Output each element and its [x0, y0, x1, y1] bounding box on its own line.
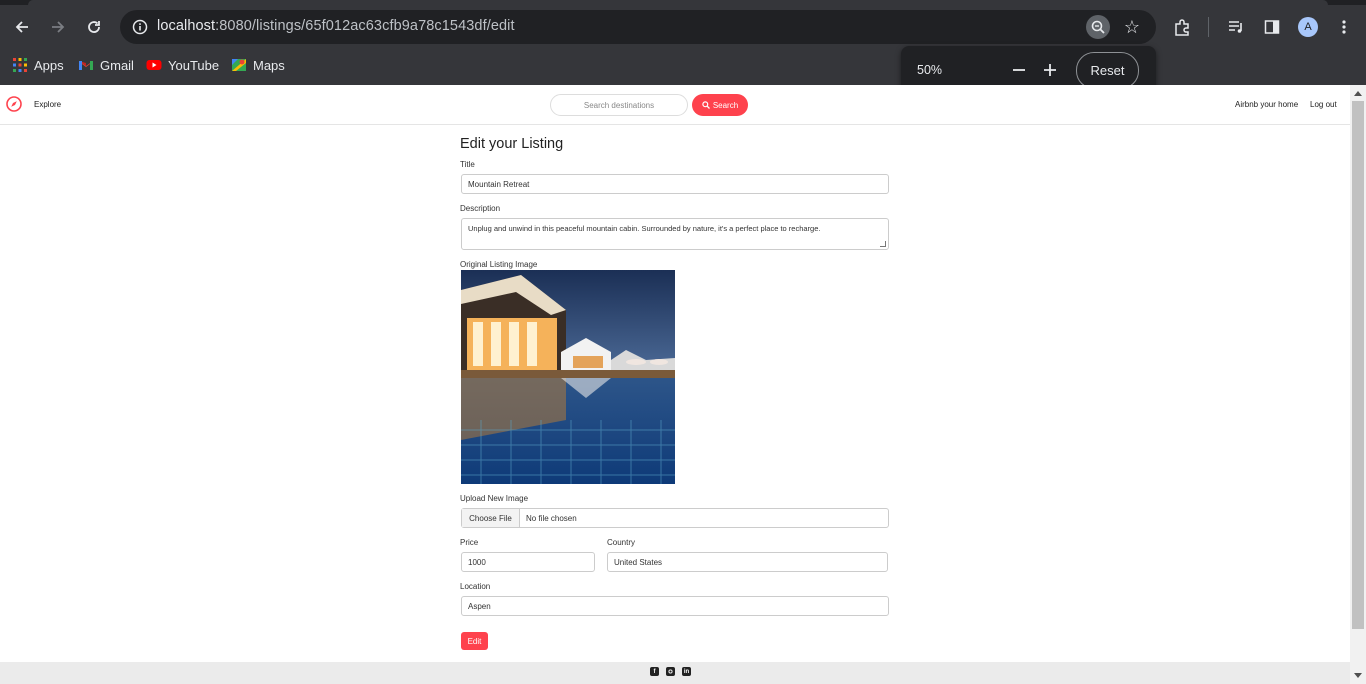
edit-submit-button[interactable]: Edit: [461, 632, 488, 650]
menu-kebab-icon[interactable]: [1332, 15, 1356, 39]
price-label: Price: [460, 538, 479, 547]
search-button-label: Search: [712, 100, 739, 110]
zoom-out-button[interactable]: [1007, 58, 1031, 82]
bookmarks-bar: Apps Gmail YouTube Maps: [0, 50, 1366, 78]
price-input[interactable]: 1000: [461, 552, 595, 572]
description-text: Unplug and unwind in this peaceful mount…: [468, 224, 821, 233]
search-input[interactable]: Search destinations: [550, 94, 688, 116]
page-scrollbar[interactable]: [1350, 85, 1366, 684]
url-text[interactable]: localhost:8080/listings/65f012ac63cfb9a7…: [157, 18, 515, 34]
resize-grip-icon[interactable]: [880, 241, 886, 247]
logout-link[interactable]: Log out: [1310, 100, 1337, 109]
site-navbar: Explore Search destinations Search Airbn…: [0, 85, 1350, 125]
bookmark-star-icon[interactable]: ☆: [1120, 15, 1144, 39]
listing-image: [461, 270, 675, 484]
facebook-icon[interactable]: f: [650, 667, 659, 676]
upload-image-label: Upload New Image: [460, 494, 529, 503]
country-input[interactable]: United States: [607, 552, 888, 572]
file-upload-input[interactable]: Choose File No file chosen: [461, 508, 889, 528]
bookmark-label: YouTube: [168, 57, 220, 73]
zoom-percent: 50%: [917, 63, 943, 77]
youtube-icon: [146, 60, 162, 70]
profile-avatar[interactable]: A: [1298, 17, 1318, 37]
media-control-icon[interactable]: [1224, 15, 1248, 39]
bookmark-youtube[interactable]: YouTube: [146, 55, 219, 75]
bookmark-label: Gmail: [100, 57, 134, 73]
zoom-in-button[interactable]: [1038, 58, 1062, 82]
instagram-icon[interactable]: [666, 667, 675, 676]
forward-icon[interactable]: [44, 13, 72, 41]
airbnb-your-home-link[interactable]: Airbnb your home: [1235, 100, 1298, 109]
apps-grid-icon: [13, 58, 27, 72]
back-icon[interactable]: [8, 13, 36, 41]
title-label: Title: [460, 160, 475, 169]
scroll-down-arrow-icon[interactable]: [1354, 673, 1362, 678]
active-tab[interactable]: [28, 0, 1328, 5]
url-path: :8080/listings/65f012ac63cfb9a78c1543df/…: [215, 18, 515, 34]
zoom-icon[interactable]: [1086, 15, 1110, 39]
search-button[interactable]: Search: [692, 94, 748, 116]
title-input[interactable]: Mountain Retreat: [461, 174, 889, 194]
page-title: Edit your Listing: [460, 136, 564, 152]
address-bar[interactable]: localhost:8080/listings/65f012ac63cfb9a7…: [120, 10, 1156, 44]
no-file-chosen-text: No file chosen: [526, 514, 577, 523]
choose-file-button[interactable]: Choose File: [462, 509, 520, 527]
site-info-icon[interactable]: [128, 15, 152, 39]
bookmark-maps[interactable]: Maps: [231, 55, 285, 75]
search-icon: [702, 101, 710, 109]
tab-strip: [0, 0, 1366, 5]
scrollbar-thumb[interactable]: [1352, 101, 1364, 629]
side-panel-icon[interactable]: [1260, 15, 1284, 39]
scroll-up-arrow-icon[interactable]: [1354, 91, 1362, 96]
bookmark-gmail[interactable]: Gmail: [78, 55, 134, 75]
extensions-icon[interactable]: [1170, 15, 1194, 39]
page-viewport: Explore Search destinations Search Airbn…: [0, 85, 1350, 684]
bookmark-label: Apps: [34, 57, 64, 73]
gmail-icon: [79, 61, 93, 70]
toolbar-separator: [1208, 17, 1209, 37]
nav-explore-link[interactable]: Explore: [34, 100, 61, 109]
location-input[interactable]: Aspen: [461, 596, 889, 616]
bookmark-apps[interactable]: Apps: [12, 55, 64, 75]
description-label: Description: [460, 204, 501, 213]
plus-icon: [1044, 64, 1056, 76]
country-label: Country: [607, 538, 636, 547]
zoom-reset-button[interactable]: Reset: [1076, 52, 1139, 89]
maps-icon: [232, 59, 246, 71]
bookmark-label: Maps: [253, 57, 285, 73]
description-textarea[interactable]: Unplug and unwind in this peaceful mount…: [461, 218, 889, 250]
page-footer: f in: [0, 662, 1350, 684]
location-label: Location: [460, 582, 491, 591]
url-host: localhost: [157, 18, 216, 34]
compass-logo-icon[interactable]: [6, 96, 22, 112]
linkedin-icon[interactable]: in: [682, 667, 691, 676]
minus-icon: [1013, 69, 1025, 71]
browser-chrome: localhost:8080/listings/65f012ac63cfb9a7…: [0, 0, 1366, 85]
original-image-label: Original Listing Image: [460, 260, 538, 269]
reload-icon[interactable]: [80, 13, 108, 41]
